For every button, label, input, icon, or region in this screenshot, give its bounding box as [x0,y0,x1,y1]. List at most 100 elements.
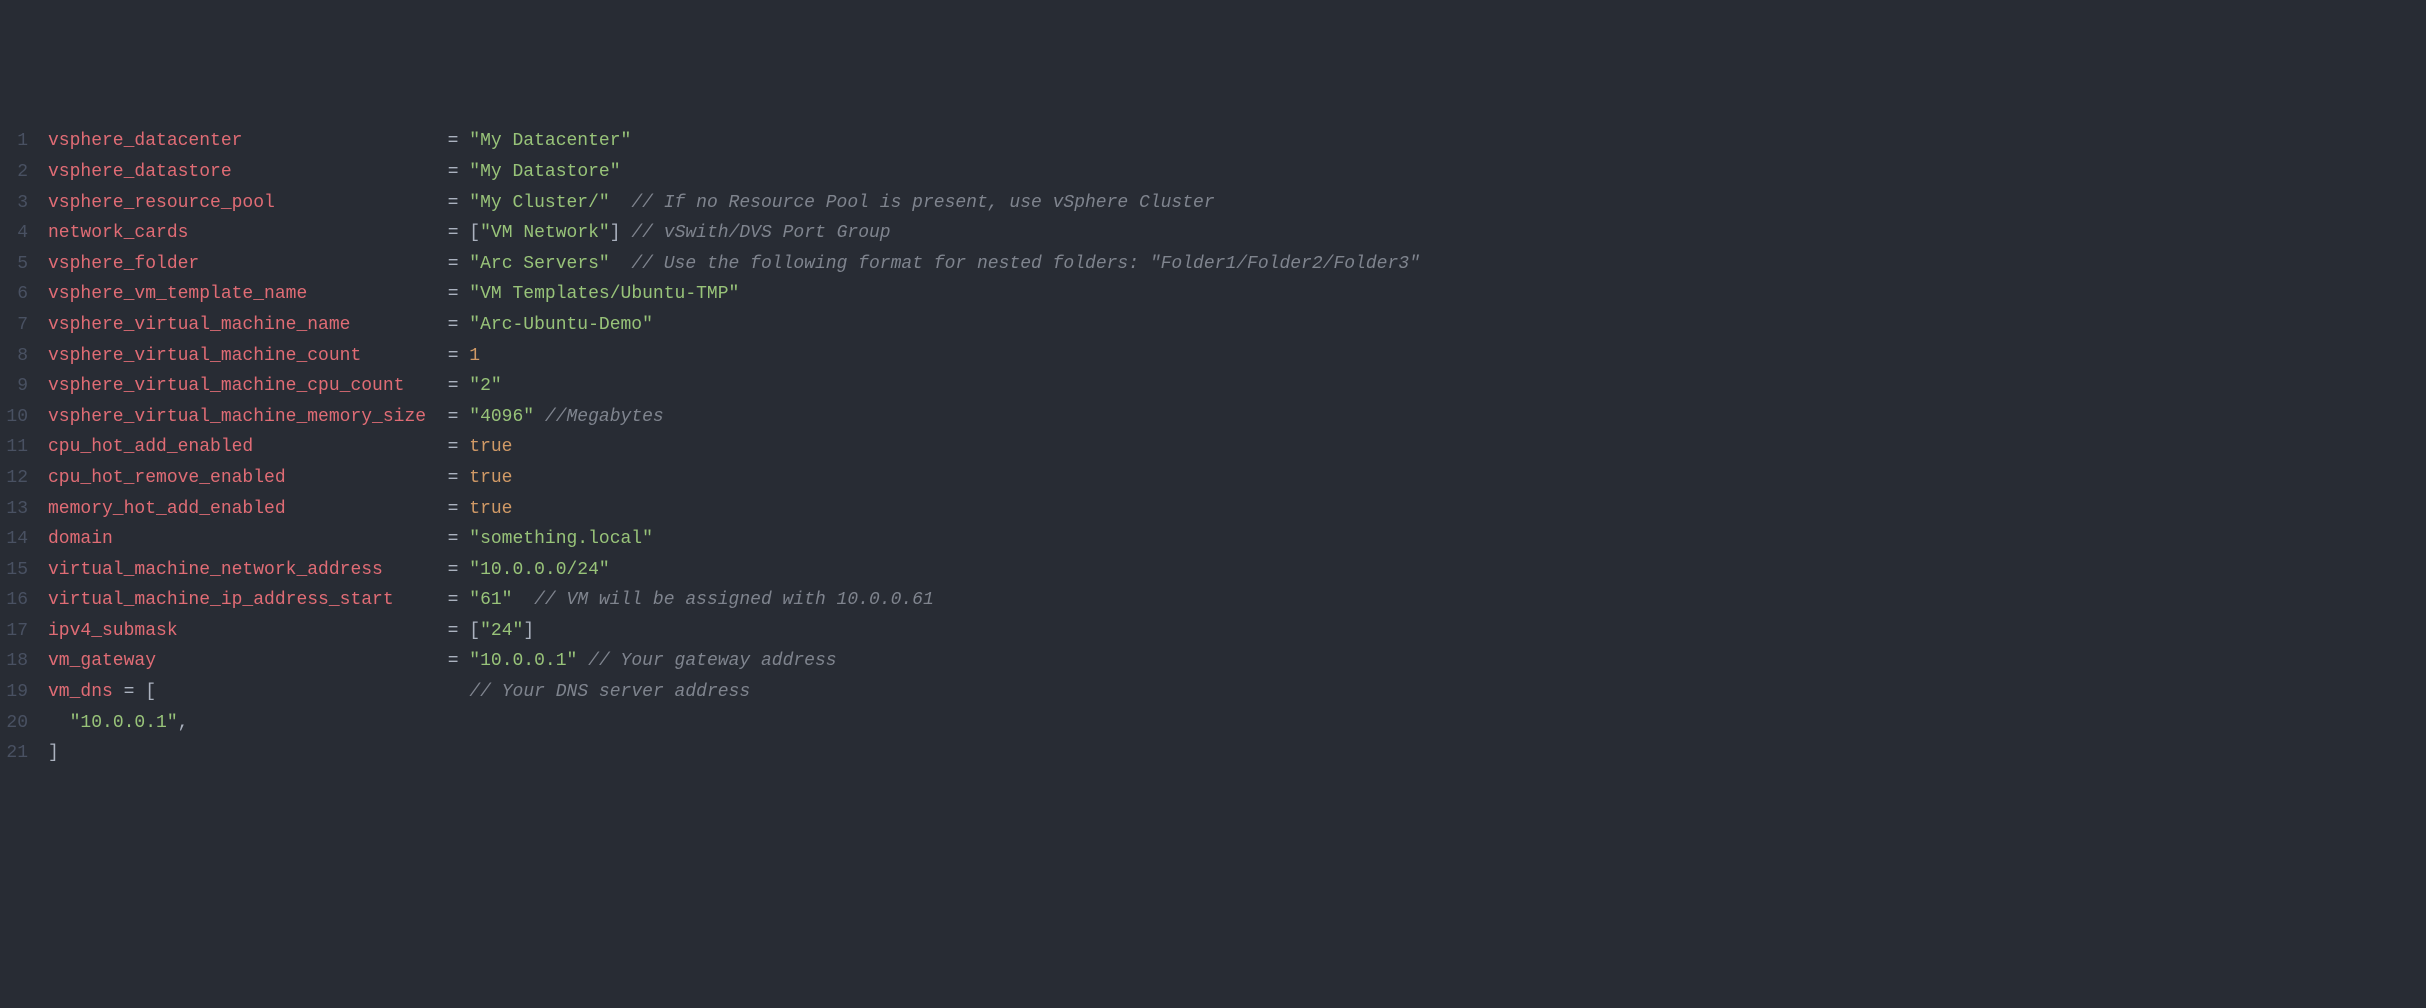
token-op: = [448,651,470,671]
code-content[interactable]: ipv4_submask = ["24"] [48,616,2426,647]
line-number: 13 [0,494,48,525]
token-sp [426,407,448,427]
code-line[interactable]: 15virtual_machine_network_address = "10.… [0,555,2426,586]
token-op: = [448,621,470,641]
code-line[interactable]: 10vsphere_virtual_machine_memory_size = … [0,402,2426,433]
token-sp [232,162,448,182]
code-line[interactable]: 8vsphere_virtual_machine_count = 1 [0,341,2426,372]
code-line[interactable]: 21] [0,738,2426,769]
token-var: vsphere_virtual_machine_cpu_count [48,376,404,396]
token-op: = [448,407,470,427]
code-line[interactable]: 17ipv4_submask = ["24"] [0,616,2426,647]
token-str: "Arc Servers" [469,254,609,274]
code-content[interactable]: vm_dns = [ // Your DNS server address [48,677,2426,708]
token-str: "My Datacenter" [469,131,631,151]
token-sp [577,651,588,671]
code-content[interactable]: vsphere_virtual_machine_cpu_count = "2" [48,371,2426,402]
token-op: = [448,468,470,488]
code-line[interactable]: 13memory_hot_add_enabled = true [0,494,2426,525]
code-line[interactable]: 9vsphere_virtual_machine_cpu_count = "2" [0,371,2426,402]
code-content[interactable]: vsphere_virtual_machine_count = 1 [48,341,2426,372]
code-content[interactable]: vsphere_folder = "Arc Servers" // Use th… [48,249,2426,280]
code-content[interactable]: network_cards = ["VM Network"] // vSwith… [48,218,2426,249]
token-op: = [448,193,470,213]
token-punct: [ [469,621,480,641]
code-line[interactable]: 11cpu_hot_add_enabled = true [0,432,2426,463]
token-sp [286,499,448,519]
token-str: "61" [469,590,512,610]
token-str: "10.0.0.1" [469,651,577,671]
token-sp [188,223,447,243]
line-number: 6 [0,279,48,310]
code-content[interactable]: cpu_hot_add_enabled = true [48,432,2426,463]
token-op: = [448,131,470,151]
code-line[interactable]: 7vsphere_virtual_machine_name = "Arc-Ubu… [0,310,2426,341]
code-line[interactable]: 1vsphere_datacenter = "My Datacenter" [0,126,2426,157]
token-op: = [448,346,470,366]
line-number: 21 [0,738,48,769]
token-sp [394,590,448,610]
code-content[interactable]: virtual_machine_network_address = "10.0.… [48,555,2426,586]
code-content[interactable]: domain = "something.local" [48,524,2426,555]
token-punct: [ [145,682,156,702]
code-line[interactable]: 6vsphere_vm_template_name = "VM Template… [0,279,2426,310]
token-comment: // vSwith/DVS Port Group [631,223,890,243]
token-bool: true [469,499,512,519]
token-op: = [448,499,470,519]
code-content[interactable]: cpu_hot_remove_enabled = true [48,463,2426,494]
code-editor[interactable]: 1vsphere_datacenter = "My Datacenter"2vs… [0,126,2426,768]
code-line[interactable]: 4network_cards = ["VM Network"] // vSwit… [0,218,2426,249]
code-line[interactable]: 16virtual_machine_ip_address_start = "61… [0,585,2426,616]
token-sp [286,468,448,488]
token-str: "My Datastore" [469,162,620,182]
token-punct: , [178,713,189,733]
line-number: 9 [0,371,48,402]
code-line[interactable]: 19vm_dns = [ // Your DNS server address [0,677,2426,708]
code-content[interactable]: memory_hot_add_enabled = true [48,494,2426,525]
code-content[interactable]: vsphere_virtual_machine_name = "Arc-Ubun… [48,310,2426,341]
code-content[interactable]: vsphere_datacenter = "My Datacenter" [48,126,2426,157]
token-sp [113,682,124,702]
token-sp [610,254,632,274]
code-line[interactable]: 5vsphere_folder = "Arc Servers" // Use t… [0,249,2426,280]
token-op: = [448,560,470,580]
code-content[interactable]: vsphere_vm_template_name = "VM Templates… [48,279,2426,310]
code-line[interactable]: 3vsphere_resource_pool = "My Cluster/" /… [0,188,2426,219]
token-str: "My Cluster/" [469,193,609,213]
code-line[interactable]: 2vsphere_datastore = "My Datastore" [0,157,2426,188]
token-var: vm_dns [48,682,113,702]
token-str: "VM Network" [480,223,610,243]
token-comment: // Your DNS server address [469,682,750,702]
code-content[interactable]: vsphere_virtual_machine_memory_size = "4… [48,402,2426,433]
token-sp [156,651,448,671]
code-content[interactable]: virtual_machine_ip_address_start = "61" … [48,585,2426,616]
line-number: 20 [0,708,48,739]
token-sp [383,560,448,580]
code-content[interactable]: vm_gateway = "10.0.0.1" // Your gateway … [48,646,2426,677]
code-line[interactable]: 18vm_gateway = "10.0.0.1" // Your gatewa… [0,646,2426,677]
code-content[interactable]: "10.0.0.1", [48,708,2426,739]
code-line[interactable]: 20 "10.0.0.1", [0,708,2426,739]
code-content[interactable]: ] [48,738,2426,769]
code-line[interactable]: 12cpu_hot_remove_enabled = true [0,463,2426,494]
line-number: 7 [0,310,48,341]
token-str: "VM Templates/Ubuntu-TMP" [469,284,739,304]
token-sp [156,682,469,702]
token-var: vsphere_virtual_machine_name [48,315,350,335]
code-line[interactable]: 14domain = "something.local" [0,524,2426,555]
token-bool: true [469,468,512,488]
token-num: 1 [469,346,480,366]
line-number: 10 [0,402,48,433]
token-bool: true [469,437,512,457]
token-var: cpu_hot_remove_enabled [48,468,286,488]
token-punct: ] [523,621,534,641]
token-punct: ] [610,223,621,243]
code-content[interactable]: vsphere_datastore = "My Datastore" [48,157,2426,188]
code-content[interactable]: vsphere_resource_pool = "My Cluster/" //… [48,188,2426,219]
line-number: 17 [0,616,48,647]
token-var: vsphere_vm_template_name [48,284,307,304]
token-sp [534,407,545,427]
token-var: vsphere_datacenter [48,131,242,151]
token-op: = [448,254,470,274]
token-var: vsphere_resource_pool [48,193,275,213]
